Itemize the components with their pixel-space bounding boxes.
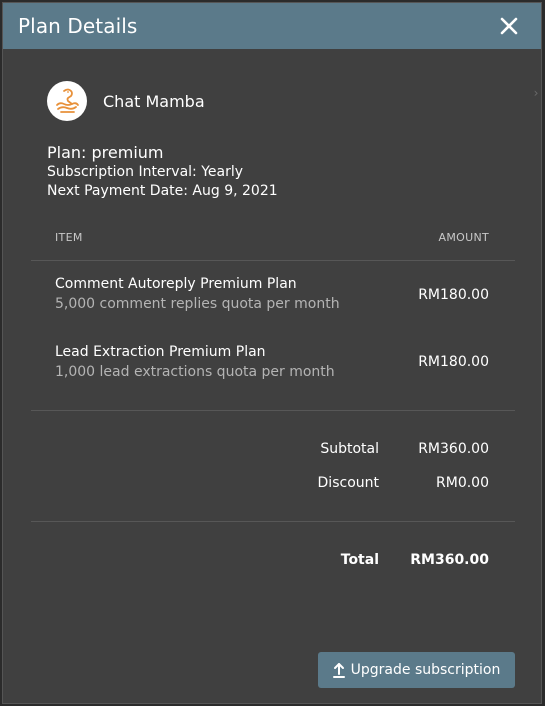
divider xyxy=(31,521,515,522)
column-header-amount: AMOUNT xyxy=(438,231,489,244)
dialog-title: Plan Details xyxy=(18,14,138,38)
subscription-interval: Subscription Interval: Yearly xyxy=(47,164,244,180)
discount-label: Discount xyxy=(317,475,379,491)
chevron-right-icon: › xyxy=(533,86,539,100)
item-description: 1,000 lead extractions quota per month xyxy=(55,364,335,380)
close-icon[interactable] xyxy=(499,16,519,36)
plan-name: Plan: premium xyxy=(47,143,164,162)
item-description: 5,000 comment replies quota per month xyxy=(55,296,340,312)
divider xyxy=(31,410,515,411)
snake-logo-icon xyxy=(47,81,87,121)
item-amount: RM180.00 xyxy=(418,354,489,370)
discount-value: RM0.00 xyxy=(436,475,489,491)
upgrade-subscription-label: Upgrade subscription xyxy=(350,662,501,678)
total-value: RM360.00 xyxy=(410,552,489,568)
item-name: Lead Extraction Premium Plan xyxy=(55,344,266,360)
column-header-item: ITEM xyxy=(55,231,83,244)
dialog-header: Plan Details xyxy=(3,3,541,49)
plan-summary: Plan: premium Subscription Interval: Yea… xyxy=(47,143,278,201)
item-amount: RM180.00 xyxy=(418,287,489,303)
table-row: Comment Autoreply Premium Plan 5,000 com… xyxy=(55,275,340,314)
total-label: Total xyxy=(340,552,379,568)
app-name: Chat Mamba xyxy=(103,91,205,111)
subtotal-value: RM360.00 xyxy=(418,441,489,457)
divider xyxy=(31,260,515,261)
table-row: Lead Extraction Premium Plan 1,000 lead … xyxy=(55,343,335,382)
upgrade-subscription-button[interactable]: Upgrade subscription xyxy=(318,652,515,688)
upload-arrow-icon xyxy=(332,662,345,678)
next-payment-date: Next Payment Date: Aug 9, 2021 xyxy=(47,183,278,199)
app-info: Chat Mamba xyxy=(47,81,205,121)
item-name: Comment Autoreply Premium Plan xyxy=(55,276,297,292)
subtotal-label: Subtotal xyxy=(320,441,379,457)
plan-details-dialog: Plan Details › Chat Mamba Plan: premium … xyxy=(2,2,542,704)
